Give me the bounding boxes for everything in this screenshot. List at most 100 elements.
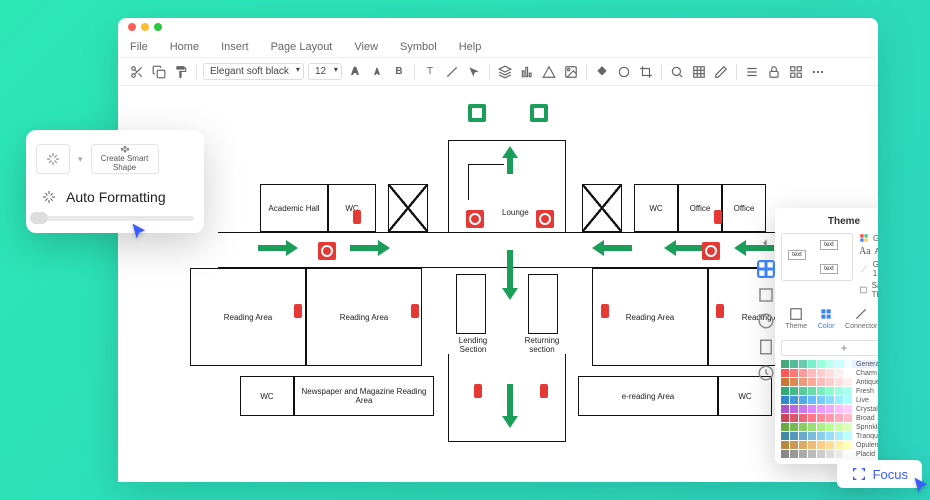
color-row-tranquil[interactable]: Tranquil (781, 432, 878, 440)
extinguisher-icon (353, 210, 361, 224)
theme-opt-general[interactable]: General (859, 233, 878, 243)
create-smart-shape-button[interactable]: Create Smart Shape (91, 144, 159, 174)
room-wc: WC (718, 376, 772, 416)
theme-opt-save[interactable]: Save The... (859, 281, 878, 299)
color-row-crystal[interactable]: Crystal (781, 405, 878, 413)
label-returning: Returning section (512, 336, 572, 354)
minimize-icon[interactable] (141, 23, 149, 31)
align-icon[interactable] (743, 63, 761, 81)
canvas[interactable]: Academic Hall WC Lounge WC Office Office (118, 86, 878, 482)
color-row-broad[interactable]: Broad (781, 414, 878, 422)
fire-alarm-icon (318, 242, 336, 260)
format-painter-icon[interactable] (172, 63, 190, 81)
lending-desk (456, 274, 486, 334)
layers-icon[interactable] (496, 63, 514, 81)
grid-icon[interactable] (787, 63, 805, 81)
close-icon[interactable] (128, 23, 136, 31)
theme-panel: Theme text text text General AaArial Gen… (775, 208, 878, 464)
color-row-sprinkle[interactable]: Sprinkle (781, 423, 878, 431)
menu-page-layout[interactable]: Page Layout (271, 41, 333, 53)
label-lounge: Lounge (502, 208, 529, 217)
color-row-opulent[interactable]: Opulent (781, 441, 878, 449)
color-row-placid[interactable]: Placid (781, 450, 878, 458)
theme-opt-arial[interactable]: AaArial (859, 246, 878, 257)
room-office: Office (722, 184, 766, 232)
maximize-icon[interactable] (154, 23, 162, 31)
text-tool-icon[interactable]: T (421, 63, 439, 81)
fire-alarm-icon (702, 242, 720, 260)
titlebar (118, 18, 878, 36)
pointer-icon[interactable] (465, 63, 483, 81)
menu-insert[interactable]: Insert (221, 41, 249, 53)
cut-icon[interactable] (128, 63, 146, 81)
room-wc: WC (634, 184, 678, 232)
connector-icon[interactable] (443, 63, 461, 81)
chart-icon[interactable] (518, 63, 536, 81)
add-theme-button[interactable]: + (781, 340, 878, 356)
arrow-left-icon (592, 240, 632, 256)
shadow-icon[interactable] (615, 63, 633, 81)
font-select[interactable]: Elegant soft black (203, 63, 304, 80)
crop-icon[interactable] (637, 63, 655, 81)
menu-view[interactable]: View (354, 41, 378, 53)
rail-shapes-icon[interactable] (757, 286, 775, 304)
rail-grid-icon[interactable] (757, 260, 775, 278)
sparkle-icon[interactable] (36, 144, 70, 174)
returning-desk (528, 274, 558, 334)
font-size-select[interactable]: 12 (308, 63, 342, 80)
color-row-antique[interactable]: Antique (781, 378, 878, 386)
copy-icon[interactable] (150, 63, 168, 81)
color-row-charm[interactable]: Charm (781, 369, 878, 377)
room-ereading: e-reading Area (578, 376, 718, 416)
font-increase-icon[interactable] (346, 63, 364, 81)
room-reading: Reading Area (190, 268, 306, 366)
room-reading: Reading Area (592, 268, 708, 366)
cursor-icon (912, 476, 930, 496)
tab-color[interactable]: Color (814, 305, 839, 332)
menu-file[interactable]: File (130, 41, 148, 53)
menubar: File Home Insert Page Layout View Symbol… (118, 36, 878, 58)
exit-sign-icon (530, 104, 548, 122)
arrow-left-icon (664, 240, 704, 256)
rail-history-icon[interactable] (757, 364, 775, 382)
tab-connector[interactable]: Connector (841, 305, 878, 332)
more-icon[interactable] (809, 63, 827, 81)
color-row-live[interactable]: Live (781, 396, 878, 404)
toolbar: Elegant soft black 12 B T (118, 58, 878, 86)
auto-format-popup: ▾ Create Smart Shape Auto Formatting (26, 130, 204, 233)
rail-page-icon[interactable] (757, 338, 775, 356)
arrow-up-icon (500, 146, 520, 174)
table-icon[interactable] (690, 63, 708, 81)
extinguisher-icon (411, 304, 419, 318)
warning-icon[interactable] (540, 63, 558, 81)
menu-home[interactable]: Home (170, 41, 199, 53)
rail-collapse-icon[interactable] (757, 234, 775, 252)
rail-image-icon[interactable] (757, 312, 775, 330)
tab-theme[interactable]: Theme (781, 305, 811, 332)
slider[interactable] (36, 216, 194, 221)
fire-alarm-icon (466, 210, 484, 228)
side-rail (755, 234, 777, 382)
color-rows: GeneralCharmAntiqueFreshLiveCrystalBroad… (781, 360, 878, 458)
image-icon[interactable] (562, 63, 580, 81)
fill-icon[interactable] (593, 63, 611, 81)
app-window: File Home Insert Page Layout View Symbol… (118, 18, 878, 482)
room-newspaper: Newspaper and Magazine Reading Area (294, 376, 434, 416)
font-decrease-icon[interactable] (368, 63, 386, 81)
lounge-interior (468, 164, 504, 200)
menu-symbol[interactable]: Symbol (400, 41, 437, 53)
bold-icon[interactable]: B (390, 63, 408, 81)
cursor-icon (130, 222, 150, 242)
auto-formatting-label[interactable]: Auto Formatting (66, 189, 166, 205)
search-icon[interactable] (668, 63, 686, 81)
pen-icon[interactable] (712, 63, 730, 81)
theme-preview: text text text (781, 233, 853, 281)
theme-opt-general1[interactable]: General 1 (859, 260, 878, 278)
lock-icon[interactable] (765, 63, 783, 81)
focus-button[interactable]: Focus (837, 460, 922, 488)
menu-help[interactable]: Help (459, 41, 482, 53)
color-row-fresh[interactable]: Fresh (781, 387, 878, 395)
arrow-right-icon (258, 240, 298, 256)
arrow-down-icon (500, 250, 520, 300)
color-row-general[interactable]: General (781, 360, 878, 368)
